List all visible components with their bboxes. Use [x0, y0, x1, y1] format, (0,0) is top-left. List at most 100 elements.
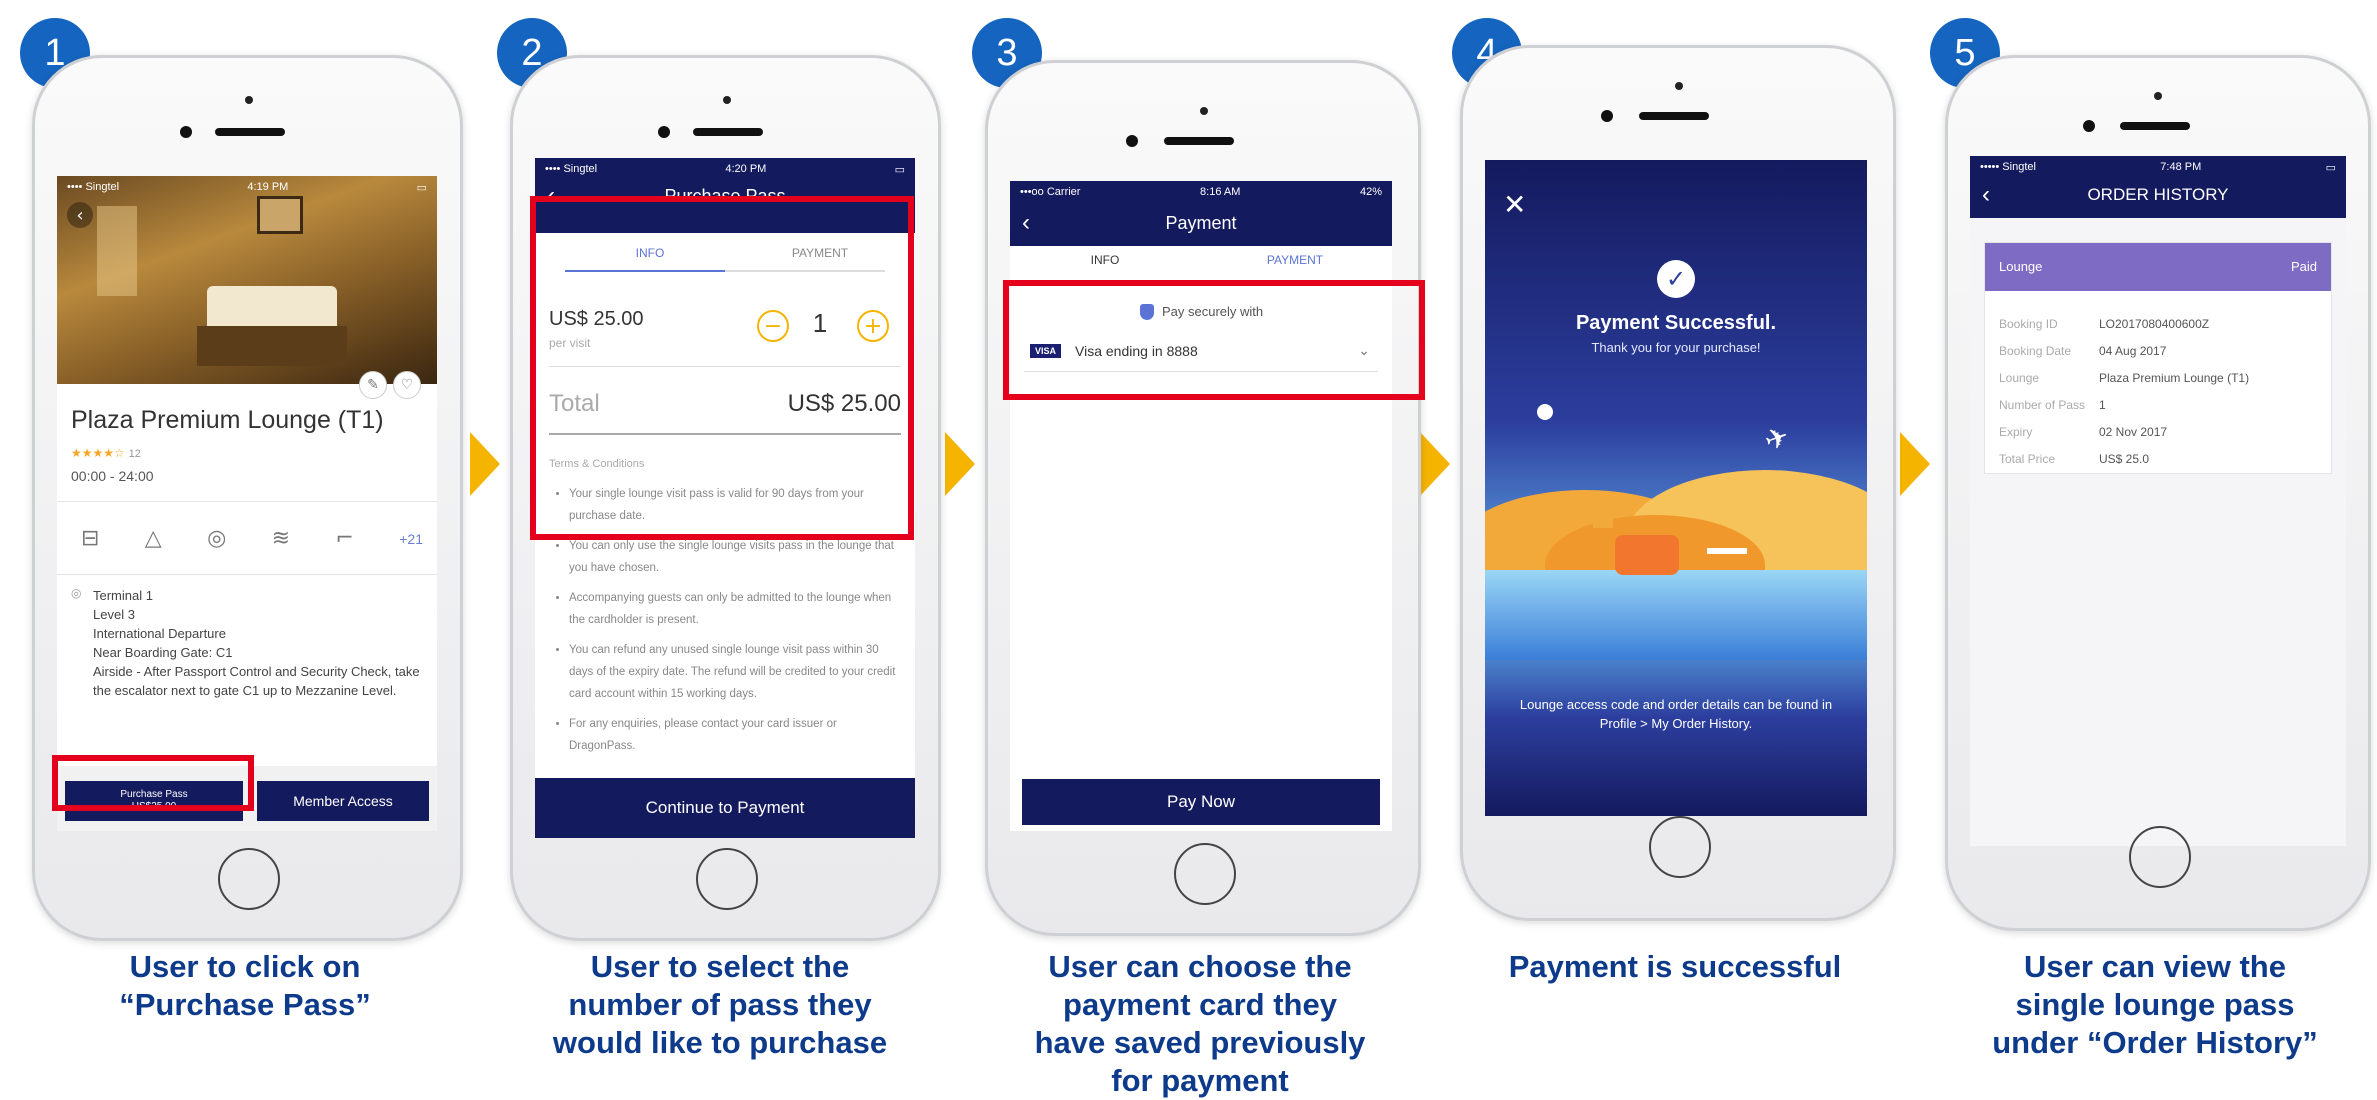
battery-icon: ▭: [894, 163, 905, 176]
detail-label: Booking Date: [1999, 344, 2072, 358]
success-subtitle: Thank you for your purchase!: [1591, 340, 1761, 355]
shower-icon: △: [144, 526, 162, 551]
location-line: Terminal 1: [93, 588, 153, 603]
page-title: ORDER HISTORY: [2087, 185, 2229, 204]
detail-label: Number of Pass: [1999, 398, 2086, 412]
detail-row: Expiry 02 Nov 2017: [1999, 419, 2321, 446]
screen-5: ••••• Singtel 7:48 PM ▭ ‹ ORDER HISTORY …: [1970, 156, 2346, 846]
caption-line: have saved previously: [1034, 1025, 1366, 1060]
next-arrow-3: [1420, 432, 1450, 496]
location-line: Level 3: [93, 607, 135, 622]
caption-line: User can choose the: [1048, 949, 1352, 984]
terms-item: You can only use the single lounge visit…: [569, 535, 899, 579]
step-caption-4: Payment is successful: [1460, 948, 1890, 986]
home-button: [1174, 843, 1236, 905]
location-line: Near Boarding Gate: C1: [93, 645, 233, 660]
detail-value: US$ 25.0: [2099, 452, 2150, 466]
location-line: Airside - After Passport Control and Sec…: [93, 664, 420, 698]
caption-line: number of pass they: [568, 987, 872, 1022]
detail-label: Total Price: [1999, 452, 2056, 466]
screen-1: •••• Singtel 4:19 PM ▭ ‹ ✎ ♡ Plaza Premi…: [57, 176, 437, 831]
terms-item: For any enquiries, please contact your c…: [569, 713, 899, 757]
order-card-header: Lounge: [1999, 259, 2043, 274]
detail-value: 04 Aug 2017: [2099, 344, 2167, 358]
home-button: [696, 848, 758, 910]
detail-row: Total Price US$ 25.0: [1999, 446, 2321, 473]
status-bar: •••• Singtel 4:19 PM ▭: [57, 176, 437, 198]
check-icon: ✓: [1657, 260, 1695, 298]
detail-value: Plaza Premium Lounge (T1): [2099, 371, 2250, 385]
order-card[interactable]: Lounge Paid Booking ID LO2017080400600Z B…: [1984, 242, 2332, 474]
opening-hours: 00:00 - 24:00: [71, 468, 154, 484]
member-access-button[interactable]: Member Access: [257, 781, 429, 821]
detail-row: Booking Date 04 Aug 2017: [1999, 338, 2321, 365]
location-pin-icon: ◎: [71, 586, 82, 600]
back-icon[interactable]: ‹: [1022, 209, 1030, 237]
next-arrow-1: [470, 432, 500, 496]
detail-label: Lounge: [1999, 371, 2040, 385]
heart-icon[interactable]: ♡: [393, 371, 421, 399]
battery-label: 42%: [1359, 186, 1382, 198]
status-bar: •••• Singtel 4:20 PM ▭: [535, 158, 915, 180]
edit-icon[interactable]: ✎: [359, 371, 387, 399]
caption-line: for payment: [1111, 1063, 1289, 1098]
status-bar: ••••• Singtel 7:48 PM ▭: [1970, 156, 2346, 178]
rating-stars: ★★★★☆ 12: [71, 446, 141, 460]
back-icon[interactable]: ‹: [67, 202, 93, 228]
caption-line: would like to purchase: [552, 1025, 888, 1060]
success-title: Payment Successful.: [1575, 312, 1777, 334]
back-icon[interactable]: ‹: [1982, 181, 1990, 209]
rating-count: 12: [128, 448, 141, 460]
time-label: 7:48 PM: [2160, 161, 2202, 173]
detail-label: Booking ID: [1999, 317, 2058, 331]
lounge-photo: [57, 176, 437, 384]
page-title: Payment: [1165, 212, 1237, 233]
step-caption-3: User can choose the payment card they ha…: [985, 948, 1415, 1100]
pay-now-button[interactable]: Pay Now: [1022, 779, 1380, 825]
amenities-more[interactable]: +21: [399, 531, 423, 547]
location-line: International Departure: [93, 626, 226, 641]
detail-value: 1: [2099, 398, 2106, 412]
carrier-label: •••• Singtel: [545, 163, 598, 175]
step-caption-1: User to click on “Purchase Pass”: [30, 948, 460, 1024]
close-icon[interactable]: ✕: [1503, 188, 1526, 221]
terms-item: Accompanying guests can only be admitted…: [569, 587, 899, 631]
tab-info[interactable]: INFO: [1060, 253, 1150, 267]
step-caption-2: User to select the number of pass they w…: [505, 948, 935, 1062]
time-label: 8:16 AM: [1200, 186, 1241, 198]
phone-3: •••oo Carrier 8:16 AM 42% ‹ Payment INFO…: [985, 60, 1421, 936]
screen-4: ✕ ✓ Payment Successful. Thank you for yo…: [1485, 160, 1867, 816]
home-button: [218, 848, 280, 910]
home-button: [2129, 826, 2191, 888]
wifi-icon: ≋: [271, 526, 291, 551]
moon-icon: [1537, 404, 1553, 420]
caption-line: User can view the: [2024, 949, 2286, 984]
nav-bar: ‹ ORDER HISTORY: [1970, 178, 2346, 212]
continue-to-payment-button[interactable]: Continue to Payment: [535, 778, 915, 838]
detail-row: Lounge Plaza Premium Lounge (T1): [1999, 365, 2321, 392]
detail-label: Expiry: [1999, 425, 2033, 439]
detail-value: LO2017080400600Z: [2099, 317, 2210, 331]
location-details: Terminal 1 Level 3 International Departu…: [93, 586, 423, 700]
order-status-badge: Paid: [2290, 259, 2317, 274]
time-label: 4:19 PM: [247, 181, 289, 193]
carrier-label: •••• Singtel: [67, 181, 120, 193]
caption-line: User to select the: [590, 949, 850, 984]
table-icon: [1707, 548, 1747, 554]
caption-line: Payment is successful: [1508, 949, 1842, 984]
detail-value: 02 Nov 2017: [2099, 425, 2168, 439]
status-bar: •••oo Carrier 8:16 AM 42%: [1010, 181, 1392, 203]
sofa-icon: [1615, 535, 1679, 575]
drink-icon: ⌐: [335, 526, 354, 551]
terms-item: You can refund any unused single lounge …: [569, 639, 899, 705]
caption-line: User to click on: [129, 949, 361, 984]
caption-line: payment card they: [1063, 987, 1337, 1022]
phone-4: ✕ ✓ Payment Successful. Thank you for yo…: [1460, 45, 1896, 921]
home-button: [1649, 816, 1711, 878]
detail-row: Booking ID LO2017080400600Z: [1999, 311, 2321, 338]
battery-icon: ▭: [416, 181, 427, 194]
carrier-label: •••oo Carrier: [1020, 186, 1081, 198]
amenities-row: ⊟ △ ◎ ≋ ⌐ +21: [81, 526, 423, 551]
tab-payment[interactable]: PAYMENT: [1240, 253, 1350, 267]
highlight-box: [1003, 280, 1425, 400]
